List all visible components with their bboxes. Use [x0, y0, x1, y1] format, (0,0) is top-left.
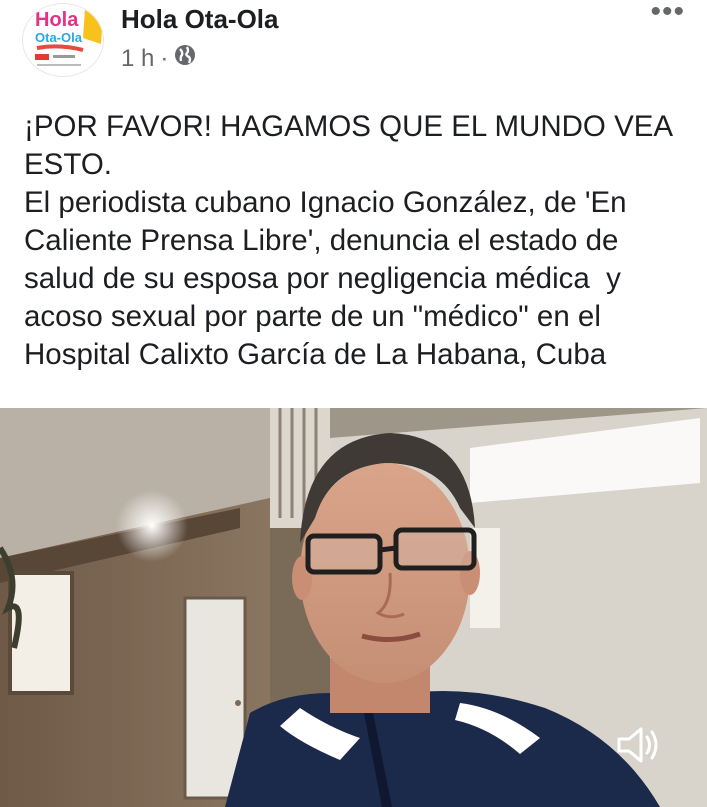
- page-name[interactable]: Hola Ota-Ola: [121, 4, 278, 35]
- logo-image: Hola Ota-Ola: [23, 4, 103, 76]
- more-options-icon[interactable]: •••: [650, 0, 685, 27]
- logo-text-ota-ola: Ota-Ola: [35, 30, 83, 45]
- post-header: Hola Ota-Ola Hola Ota-Ola 1 h · •••: [0, 0, 707, 90]
- page-avatar[interactable]: Hola Ota-Ola: [22, 3, 104, 77]
- logo-text-hola: Hola: [35, 9, 79, 31]
- video-frame: [0, 408, 707, 807]
- meta-separator: ·: [160, 44, 169, 72]
- post-meta: 1 h ·: [121, 44, 196, 73]
- globe-icon: [174, 44, 196, 73]
- video-player[interactable]: [0, 408, 707, 807]
- post-time[interactable]: 1 h: [121, 45, 154, 73]
- post-text: ¡POR FAVOR! HAGAMOS QUE EL MUNDO VEA EST…: [24, 110, 672, 371]
- speaker-icon[interactable]: [613, 723, 661, 767]
